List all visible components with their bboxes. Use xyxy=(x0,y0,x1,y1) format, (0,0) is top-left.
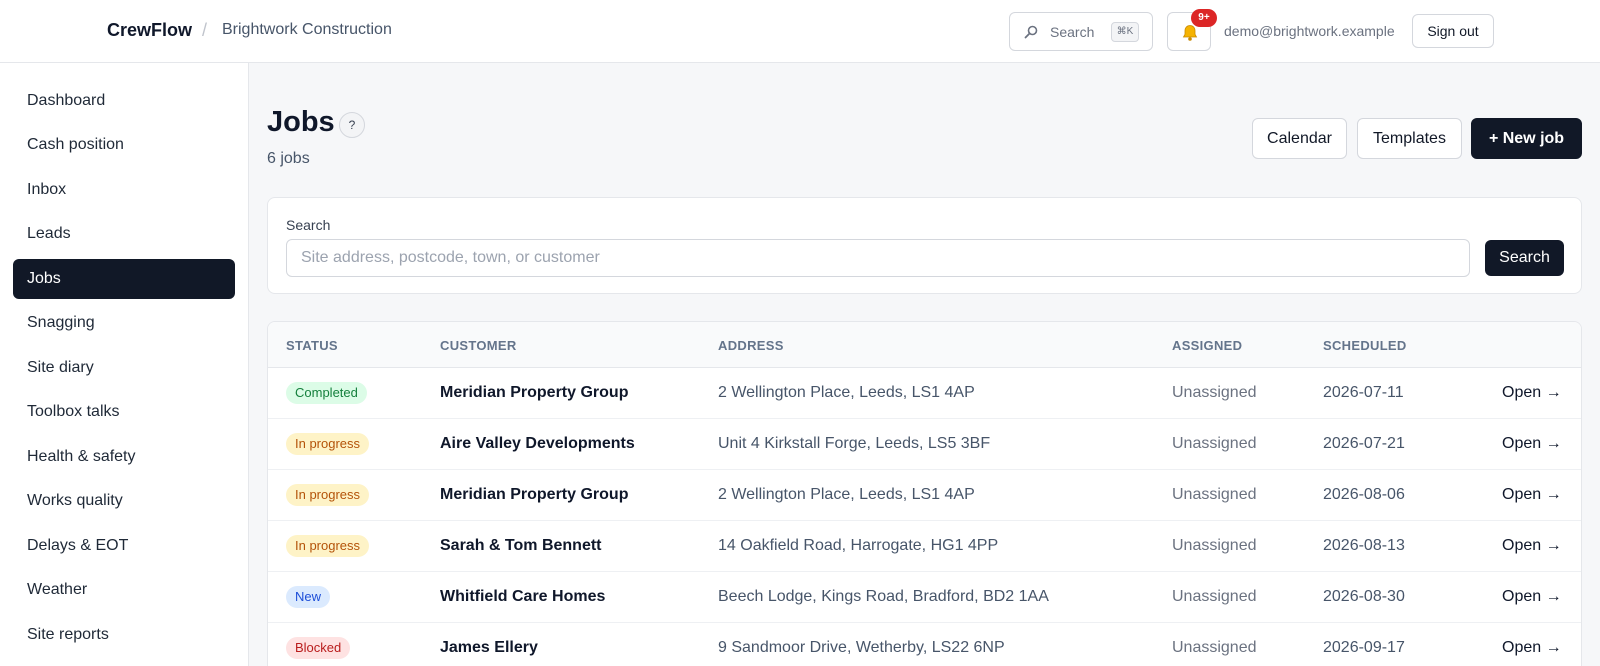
status-badge: In progress xyxy=(286,433,370,455)
command-search-label: Search xyxy=(1050,24,1095,40)
organization-name[interactable]: Brightwork Construction xyxy=(222,21,392,39)
assigned-to: Unassigned xyxy=(1172,486,1257,503)
search-field-label: Search xyxy=(286,217,331,233)
job-address: Unit 4 Kirkstall Forge, Leeds, LS5 3BF xyxy=(718,435,991,452)
job-address: 2 Wellington Place, Leeds, LS1 4AP xyxy=(718,486,975,503)
status-badge: Completed xyxy=(286,382,367,404)
sidebar-item-cash-position[interactable]: Cash position xyxy=(13,125,235,165)
column-header-scheduled[interactable]: SCHEDULED xyxy=(1323,338,1407,353)
scheduled-date: 2026-09-17 xyxy=(1323,639,1405,656)
job-address: 9 Sandmoor Drive, Wetherby, LS22 6NP xyxy=(718,639,1005,656)
new-job-button[interactable]: + New job xyxy=(1471,118,1582,159)
help-button[interactable]: ? xyxy=(339,112,365,138)
open-job-link[interactable]: Open → xyxy=(1502,384,1562,402)
sidebar-item-site-reports[interactable]: Site reports xyxy=(13,615,235,655)
open-job-link[interactable]: Open → xyxy=(1502,486,1562,504)
breadcrumb-separator: / xyxy=(202,20,208,40)
status-badge: New xyxy=(286,586,331,608)
sidebar-item-delays-eot[interactable]: Delays & EOT xyxy=(13,526,235,566)
customer-name: Whitfield Care Homes xyxy=(440,588,606,605)
sidebar-item-health-safety[interactable]: Health & safety xyxy=(13,437,235,477)
customer-name: Sarah & Tom Bennett xyxy=(440,537,602,554)
sidebar-item-dashboard[interactable]: Dashboard xyxy=(13,81,235,121)
search-submit-button[interactable]: Search xyxy=(1485,240,1564,276)
table-row[interactable]: In progress Sarah & Tom Bennett 14 Oakfi… xyxy=(268,521,1581,572)
customer-name: Aire Valley Developments xyxy=(440,435,635,452)
job-count: 6 jobs xyxy=(267,150,310,167)
customer-name: Meridian Property Group xyxy=(440,384,629,401)
jobs-table: STATUS CUSTOMER ADDRESS ASSIGNED SCHEDUL… xyxy=(267,321,1582,666)
scheduled-date: 2026-08-30 xyxy=(1323,588,1405,605)
table-row[interactable]: In progress Aire Valley Developments Uni… xyxy=(268,419,1581,470)
customer-name: Meridian Property Group xyxy=(440,486,629,503)
open-job-link[interactable]: Open → xyxy=(1502,639,1562,657)
sidebar-item-leads[interactable]: Leads xyxy=(13,214,235,254)
scheduled-date: 2026-08-13 xyxy=(1323,537,1405,554)
templates-button[interactable]: Templates xyxy=(1357,118,1462,159)
column-header-address[interactable]: ADDRESS xyxy=(718,338,784,353)
notifications-button[interactable]: 9+ xyxy=(1167,9,1217,51)
sidebar-item-inbox[interactable]: Inbox xyxy=(13,170,235,210)
assigned-to: Unassigned xyxy=(1172,639,1257,656)
sidebar-item-toolbox-talks[interactable]: Toolbox talks xyxy=(13,392,235,432)
table-row[interactable]: New Whitfield Care Homes Beech Lodge, Ki… xyxy=(268,572,1581,623)
sidebar: Dashboard Cash position Inbox Leads Jobs… xyxy=(0,63,249,666)
app-brand[interactable]: CrewFlow xyxy=(107,20,192,41)
table-row[interactable]: In progress Meridian Property Group 2 We… xyxy=(268,470,1581,521)
search-icon xyxy=(1024,25,1038,39)
job-address: 2 Wellington Place, Leeds, LS1 4AP xyxy=(718,384,975,401)
column-header-assigned[interactable]: ASSIGNED xyxy=(1172,338,1242,353)
sign-out-button[interactable]: Sign out xyxy=(1412,14,1494,48)
scheduled-date: 2026-07-11 xyxy=(1323,384,1404,401)
notification-count-badge: 9+ xyxy=(1191,9,1217,27)
table-header: STATUS CUSTOMER ADDRESS ASSIGNED SCHEDUL… xyxy=(268,322,1581,368)
open-job-link[interactable]: Open → xyxy=(1502,537,1562,555)
assigned-to: Unassigned xyxy=(1172,537,1257,554)
customer-name: James Ellery xyxy=(440,639,538,656)
keyboard-shortcut: ⌘K xyxy=(1111,22,1139,42)
open-job-link[interactable]: Open → xyxy=(1502,435,1562,453)
sidebar-item-works-quality[interactable]: Works quality xyxy=(13,481,235,521)
status-badge: In progress xyxy=(286,484,370,506)
page-title: Jobs xyxy=(267,106,335,138)
calendar-button[interactable]: Calendar xyxy=(1252,118,1347,159)
sidebar-item-site-diary[interactable]: Site diary xyxy=(13,348,235,388)
table-row[interactable]: Completed Meridian Property Group 2 Well… xyxy=(268,368,1581,419)
scheduled-date: 2026-07-21 xyxy=(1323,435,1405,452)
sidebar-item-jobs[interactable]: Jobs xyxy=(13,259,235,299)
scheduled-date: 2026-08-06 xyxy=(1323,486,1405,503)
column-header-customer[interactable]: CUSTOMER xyxy=(440,338,517,353)
column-header-status[interactable]: STATUS xyxy=(286,338,338,353)
search-panel: Search Search xyxy=(267,197,1582,294)
job-address: Beech Lodge, Kings Road, Bradford, BD2 1… xyxy=(718,588,1049,605)
job-address: 14 Oakfield Road, Harrogate, HG1 4PP xyxy=(718,537,999,554)
assigned-to: Unassigned xyxy=(1172,588,1257,605)
user-email: demo@brightwork.example xyxy=(1224,23,1395,39)
assigned-to: Unassigned xyxy=(1172,435,1257,452)
assigned-to: Unassigned xyxy=(1172,384,1257,401)
status-badge: In progress xyxy=(286,535,370,557)
status-badge: Blocked xyxy=(286,637,351,659)
sidebar-item-weather[interactable]: Weather xyxy=(13,570,235,610)
sidebar-item-snagging[interactable]: Snagging xyxy=(13,303,235,343)
top-bar: CrewFlow / Brightwork Construction Searc… xyxy=(0,0,1600,63)
open-job-link[interactable]: Open → xyxy=(1502,588,1562,606)
table-row[interactable]: Blocked James Ellery 9 Sandmoor Drive, W… xyxy=(268,623,1581,666)
command-search-button[interactable]: Search ⌘K xyxy=(1009,12,1153,51)
job-search-input[interactable] xyxy=(286,239,1470,277)
